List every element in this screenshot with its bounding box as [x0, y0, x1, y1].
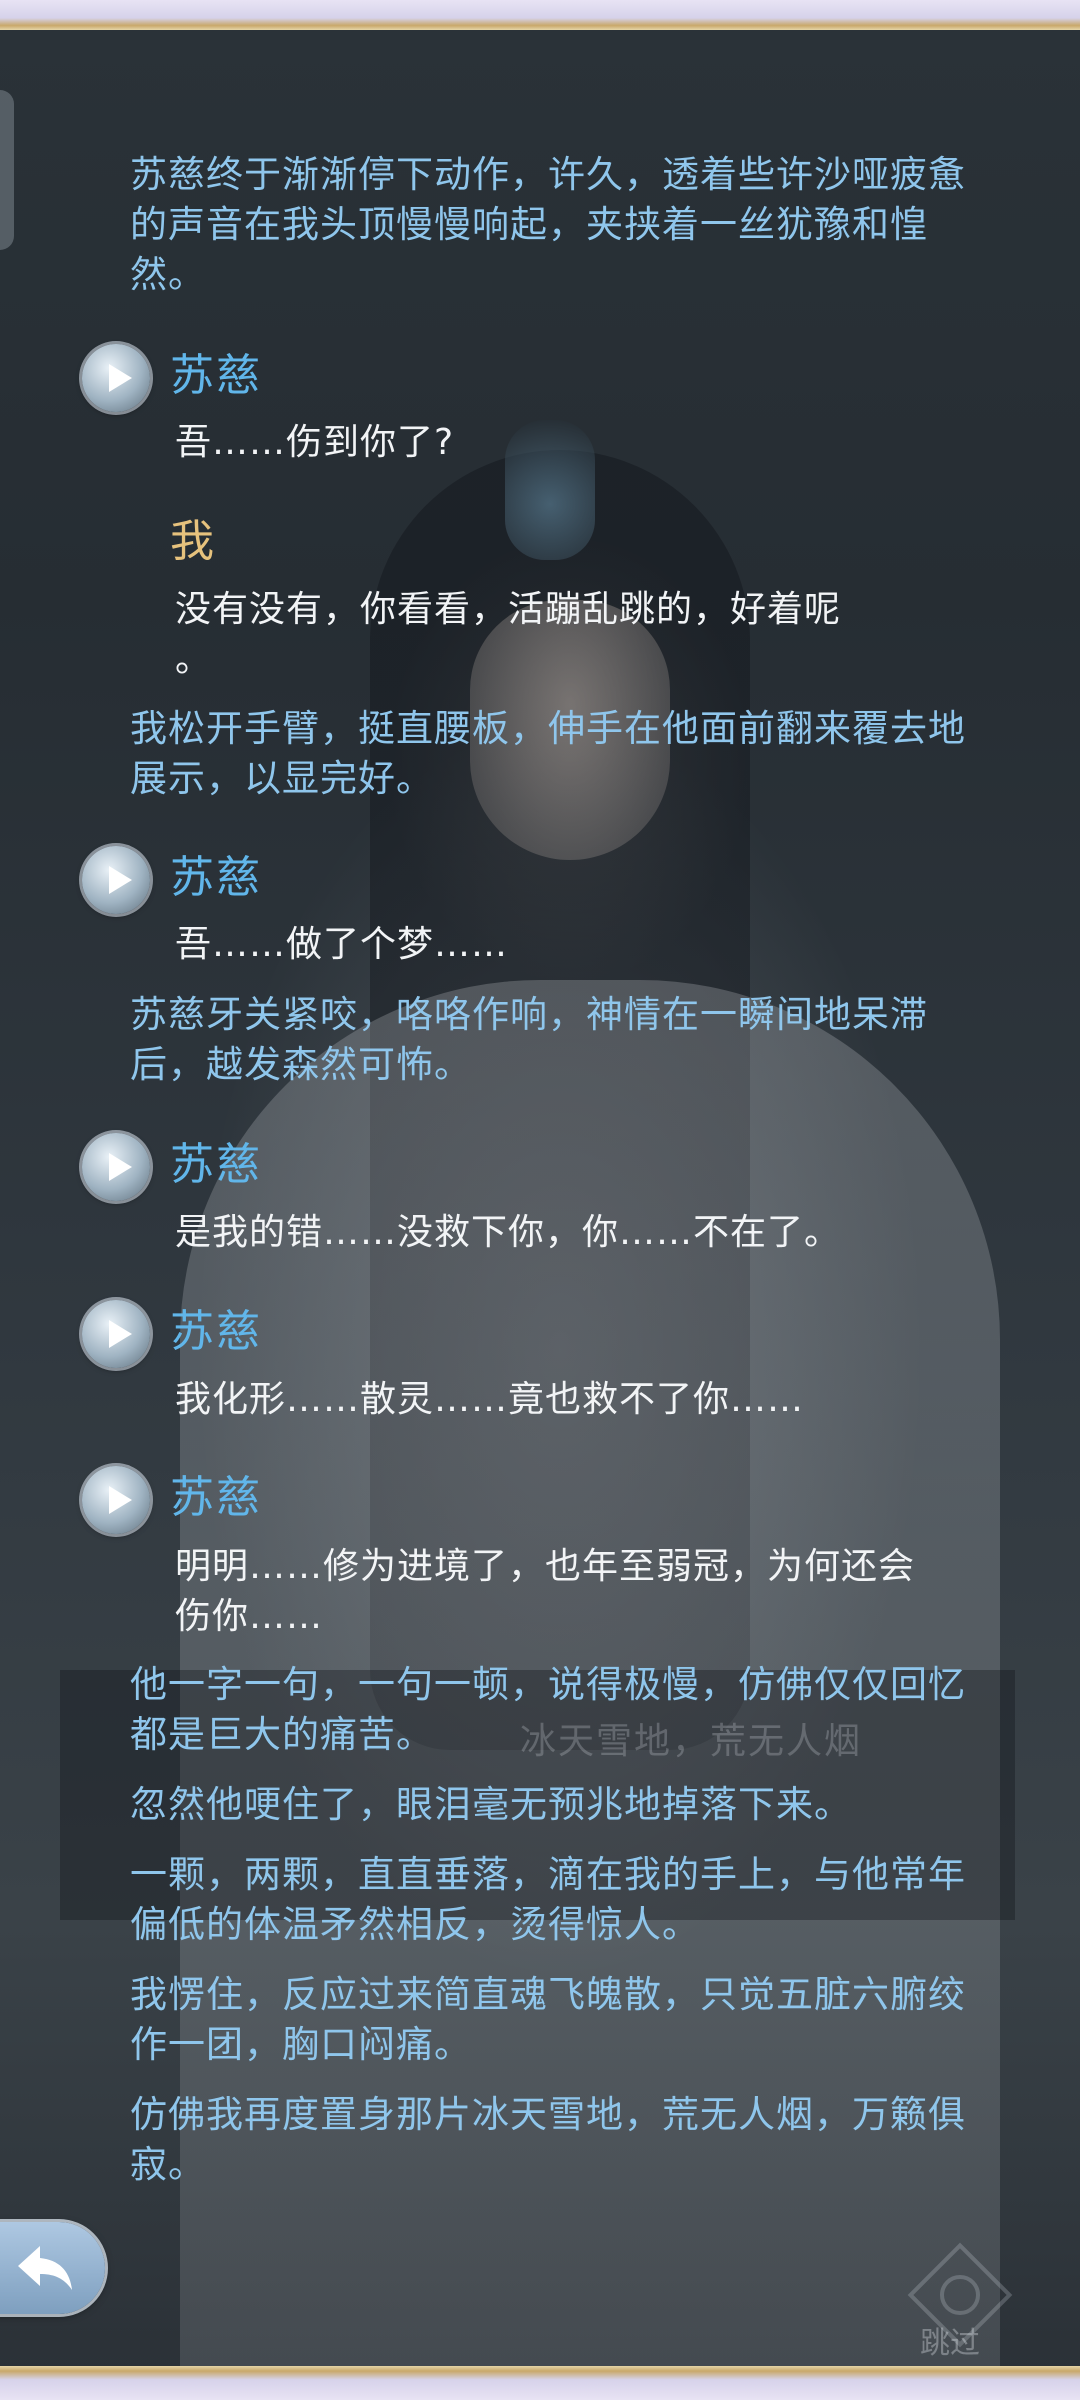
play-icon [109, 1320, 132, 1348]
speech-text: 明明……修为进境了，也年至弱冠，为何还会伤你…… [175, 1546, 916, 1637]
speech-text: 我化形……散灵……竟也救不了你…… [175, 1379, 805, 1420]
narration-text: 苏慈终于渐渐停下动作，许久，透着些许沙哑疲惫的声音在我头顶慢慢响起，夹挟着一丝犹… [130, 153, 966, 296]
speech-text: 吾……做了个梦…… [175, 924, 509, 965]
play-voice-button[interactable] [82, 344, 150, 412]
speaker-name: 苏慈 [170, 852, 262, 903]
narration-text: 苏慈牙关紧咬，咯咯作响，神情在一瞬间地呆滞后，越发森然可怖。 [130, 993, 928, 1086]
speaker-name: 苏慈 [170, 1306, 262, 1357]
narration-text: 仿佛我再度置身那片冰天雪地，荒无人烟，万籁俱寂。 [130, 2093, 966, 2186]
play-voice-button[interactable] [82, 1133, 150, 1201]
speaker-name-me: 我 [170, 516, 216, 567]
top-border [0, 0, 1080, 30]
narration-text: 一颗，两颗，直直垂落，滴在我的手上，与他常年偏低的体温矛然相反，烫得惊人。 [130, 1853, 966, 1946]
play-voice-button[interactable] [82, 1466, 150, 1534]
narration-text: 我松开手臂，挺直腰板，伸手在他面前翻来覆去地展示，以显完好。 [130, 707, 966, 800]
back-button[interactable] [0, 2222, 105, 2314]
play-icon [109, 1153, 132, 1181]
speech-text: 是我的错……没救下你，你……不在了。 [175, 1212, 842, 1253]
narration-text: 忽然他哽住了，眼泪毫无预兆地掉落下来。 [130, 1783, 852, 1826]
speaker-name: 苏慈 [170, 1139, 262, 1190]
play-voice-button[interactable] [82, 846, 150, 914]
play-icon [109, 866, 132, 894]
play-icon [109, 364, 132, 392]
return-arrow-icon [18, 2246, 72, 2290]
narration-text: 他一字一句，一句一顿，说得极慢，仿佛仅仅回忆都是巨大的痛苦。 [130, 1663, 966, 1756]
skip-label: 跳过 [920, 2326, 980, 2361]
speaker-name: 苏慈 [170, 350, 262, 401]
play-icon [109, 1486, 132, 1514]
speech-text: 吾……伤到你了? [175, 422, 455, 463]
bottom-border [0, 2366, 1080, 2400]
speech-text: 没有没有，你看看，活蹦乱跳的，好着呢 。 [175, 589, 842, 680]
left-frame-ornament [0, 90, 14, 250]
play-voice-button[interactable] [82, 1300, 150, 1368]
story-log-screen: 冰天雪地，荒无人烟 苏慈终于渐渐停下动作，许久，透着些许沙哑疲惫的声音在我头顶慢… [0, 0, 1080, 2400]
speaker-name: 苏慈 [170, 1472, 262, 1523]
narration-text: 我愣住，反应过来简直魂飞魄散，只觉五脏六腑绞作一团，胸口闷痛。 [130, 1973, 966, 2066]
